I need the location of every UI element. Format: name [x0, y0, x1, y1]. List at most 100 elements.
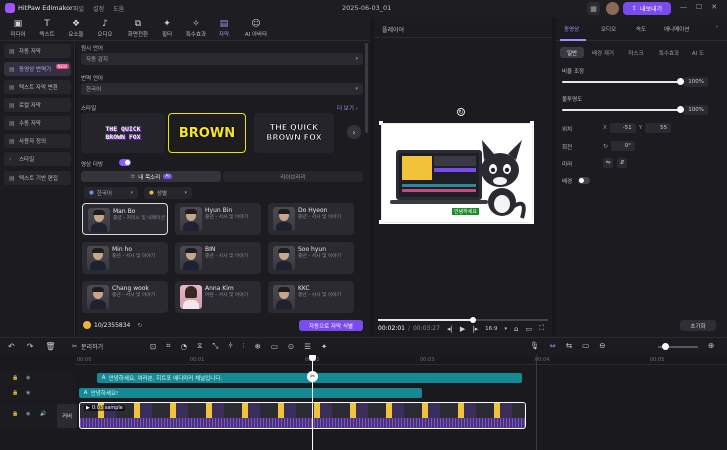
resize-handle[interactable] — [379, 220, 383, 224]
minimize-icon[interactable]: — — [680, 3, 687, 11]
voice-card[interactable]: Soo hyun 중년 - 서사 및 이야기 — [268, 242, 354, 274]
tab-animation[interactable]: 애니메이션 — [664, 25, 689, 33]
rotate-input[interactable]: 0° — [611, 141, 636, 151]
text-tool-icon[interactable]: ⊡ — [150, 342, 156, 351]
tool-media[interactable]: ▣ 미디어 — [4, 19, 32, 38]
tab-speed[interactable]: 속도 — [636, 25, 646, 33]
subtab-ai[interactable]: AI 도 — [688, 47, 708, 58]
flip-horizontal-icon[interactable]: ⇋ — [603, 158, 613, 168]
tool-text[interactable]: T 텍스트 — [33, 19, 61, 38]
tool-effects[interactable]: ✧ 특수효과 — [180, 19, 212, 38]
calendar-icon[interactable]: ▦ — [587, 2, 600, 15]
zoom-out-icon[interactable]: ⊖ — [599, 341, 605, 350]
voice-card[interactable]: KKC 중년 - 서사 및 이야기 — [268, 281, 354, 313]
trash-icon[interactable]: 🗑 — [45, 342, 55, 351]
menu-help[interactable]: 도움 — [113, 4, 124, 13]
dubbing-toggle[interactable] — [119, 159, 131, 166]
aspect-ratio-select[interactable]: 16:9 — [485, 326, 497, 332]
sidebar-item-text-based-edit[interactable]: ▤ 텍스트 기반 편집 — [4, 171, 71, 185]
crop-icon[interactable]: ▭ — [525, 325, 532, 333]
voice-card[interactable]: BIN 중년 - 서사 및 이야기 — [175, 242, 261, 274]
sidebar-item-auto-subtitle[interactable]: ▤ 자동 자막 — [4, 44, 71, 58]
voice-card[interactable]: Do Hyeon 중년 - 서사 및 이야기 — [268, 203, 354, 235]
flip-vertical-icon[interactable]: ⇵ — [617, 158, 627, 168]
time-icon[interactable]: ⧖ — [197, 341, 202, 351]
voice-language-filter[interactable]: ● 한국어 ▾ — [84, 187, 138, 199]
scale-value[interactable]: 100% — [684, 77, 708, 87]
eye-icon[interactable]: ◉ — [26, 390, 30, 396]
maximize-icon[interactable]: ☐ — [696, 3, 702, 11]
playhead-handle[interactable] — [309, 355, 316, 361]
screen-icon[interactable]: ▭ — [271, 342, 278, 351]
sidebar-item-video-translator[interactable]: ▤ 동영상 번역기 NEW — [4, 62, 71, 76]
scale-slider-knob[interactable] — [677, 78, 684, 85]
speaker-icon[interactable]: 🔊 — [40, 411, 46, 417]
opacity-value[interactable]: 100% — [684, 105, 708, 115]
preview-canvas[interactable]: 안녕하세요 — [379, 121, 534, 224]
subtab-effects[interactable]: 특수효과 — [652, 47, 686, 58]
apply-auto-subtitle-button[interactable]: 자동으로 자막 식별 — [299, 320, 363, 331]
equalizer-icon[interactable]: ⫶ — [243, 341, 245, 351]
record-icon[interactable]: ⊙ — [288, 342, 294, 351]
voice-card[interactable]: Hyun Bin 중년 - 서사 및 이야기 — [175, 203, 261, 235]
tool-filters[interactable]: ✦ 필터 — [153, 19, 181, 38]
ai-tool-icon[interactable]: ✦ — [321, 342, 327, 351]
tab-video[interactable]: 동영상 — [564, 25, 579, 33]
transform-icon[interactable]: ⤡ — [212, 341, 218, 351]
tool-elements[interactable]: ❖ 요소들 — [62, 19, 90, 38]
style-option-1[interactable]: THE QUICK BROWN FOX — [81, 113, 165, 153]
subtab-bg-remove[interactable]: 배경 제거 — [586, 47, 620, 58]
step-back-icon[interactable]: ◂| — [447, 325, 453, 333]
rotate-handle-icon[interactable]: ↻ — [457, 108, 465, 116]
menu-file[interactable]: 파일 — [73, 4, 84, 13]
selection-box[interactable] — [381, 123, 533, 223]
source-language-select[interactable]: 자동 감지 ▾ — [81, 53, 363, 65]
menu-settings[interactable]: 설정 — [93, 4, 104, 13]
chevron-right-icon[interactable]: › — [716, 24, 718, 30]
avatar[interactable] — [606, 2, 619, 15]
microphone-icon[interactable]: 🎙 — [530, 341, 540, 350]
resize-handle[interactable] — [530, 121, 534, 125]
video-clip[interactable]: ▶ 0:03 sample — [79, 402, 526, 429]
fit-icon[interactable]: ▭ — [582, 341, 589, 350]
lock-icon[interactable]: 🔒 — [12, 390, 18, 396]
split-button[interactable]: ✂ 분리하기 — [72, 342, 103, 351]
sidebar-item-style[interactable]: › 스타일 — [4, 152, 71, 166]
subtab-mask[interactable]: 마스크 — [622, 47, 650, 58]
time-ruler[interactable]: 00:00 00:01 00:02 00:03 00:04 00:05 — [75, 355, 727, 365]
style-option-2[interactable]: BROWN — [168, 113, 246, 153]
playhead[interactable] — [312, 355, 313, 450]
redo-icon[interactable]: ↷ — [27, 342, 34, 351]
sidebar-item-local-subtitle[interactable]: ▤ 로컬 자막 — [4, 98, 71, 112]
position-y-input[interactable]: 55 — [645, 123, 672, 133]
voice-card[interactable]: Min ho 중년 - 서사 및 이야기 — [82, 242, 168, 274]
rotate-icon[interactable]: ↻ — [603, 143, 608, 150]
voice-card[interactable]: Anna Kim 어린 - 서사 및 이야기 — [175, 281, 261, 313]
tool-audio[interactable]: ♪ 오디오 — [91, 19, 119, 38]
snap-icon[interactable]: ⇆ — [566, 341, 572, 350]
target-language-select[interactable]: 한국어 ▾ — [81, 83, 363, 95]
camera-icon[interactable]: ⌂ — [514, 325, 518, 333]
background-toggle[interactable] — [578, 177, 590, 184]
style-next-arrow-icon[interactable]: › — [347, 125, 361, 139]
sidebar-item-manual-subtitle[interactable]: ▤ 수동 자막 — [4, 116, 71, 130]
panel-scrollbar[interactable] — [365, 43, 368, 133]
position-x-input[interactable]: -51 — [609, 123, 636, 133]
subtab-general[interactable]: 일반 — [560, 47, 584, 58]
freeze-icon[interactable]: ❄ — [255, 342, 261, 351]
step-forward-icon[interactable]: |▸ — [472, 325, 478, 333]
cover-button[interactable]: 커버 — [57, 404, 77, 428]
lock-icon[interactable]: 🔒 — [12, 375, 18, 381]
tab-audio[interactable]: 오디오 — [601, 25, 616, 33]
resize-handle[interactable] — [530, 220, 534, 224]
refresh-icon[interactable]: ↻ — [137, 322, 142, 329]
crop-tool-icon[interactable]: ⌗ — [166, 341, 170, 351]
zoom-in-icon[interactable]: ⊕ — [708, 341, 714, 350]
undo-icon[interactable]: ↶ — [8, 342, 15, 351]
play-icon[interactable]: ▶ — [460, 325, 465, 333]
tool-transitions[interactable]: ⧉ 화면전환 — [122, 19, 154, 38]
tab-library[interactable]: 라이브러리 — [223, 171, 363, 182]
lock-icon[interactable]: 🔒 — [12, 411, 18, 417]
scissors-icon[interactable]: ✂ — [307, 371, 318, 382]
eye-icon[interactable]: ◉ — [26, 375, 30, 381]
